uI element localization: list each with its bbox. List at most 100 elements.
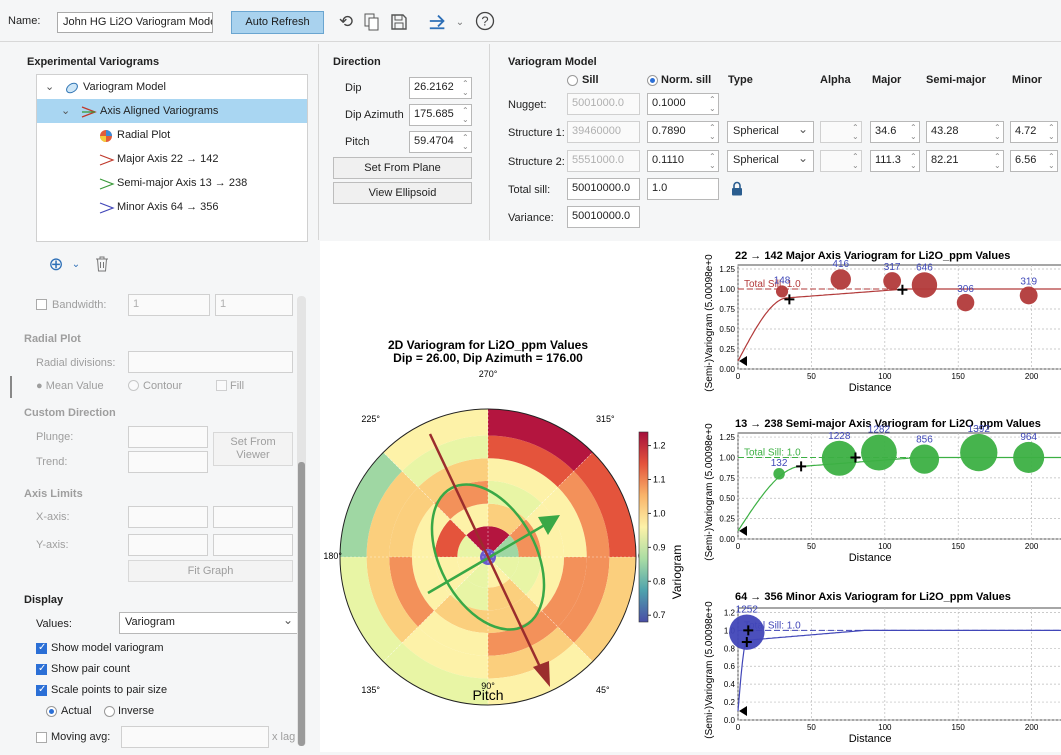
variance-input[interactable]: 50010000.0 xyxy=(567,206,640,228)
variogram-point[interactable] xyxy=(956,293,975,312)
scale-points-label: Scale points to pair size xyxy=(51,684,168,696)
variogram-point[interactable] xyxy=(909,444,940,474)
values-dropdown[interactable]: Variogram xyxy=(119,612,299,634)
fill-checkbox[interactable] xyxy=(216,380,227,391)
bandwidth-checkbox[interactable] xyxy=(36,299,47,310)
actual-label: Actual xyxy=(61,705,92,717)
chevron-down-icon[interactable]: ⌄ xyxy=(45,75,54,99)
custom-direction-section: Custom Direction xyxy=(24,407,116,419)
variogram-point[interactable] xyxy=(883,272,902,290)
trash-icon[interactable] xyxy=(92,254,112,274)
set-from-viewer-button[interactable]: Set From Viewer xyxy=(213,432,293,466)
structure2-major-input[interactable]: 111.3 xyxy=(870,150,920,172)
x-axis-max-input[interactable] xyxy=(213,506,293,528)
x-axis-min-input[interactable] xyxy=(128,506,208,528)
set-from-plane-button[interactable]: Set From Plane xyxy=(333,157,472,179)
chevron-down-icon[interactable]: ⌄ xyxy=(66,254,86,274)
y-axis-max-input[interactable] xyxy=(213,534,293,556)
tree-item-radial-plot[interactable]: Radial Plot xyxy=(37,123,307,147)
variogram-point[interactable] xyxy=(911,272,938,298)
variogram-point[interactable] xyxy=(960,433,998,472)
nugget-sill-input[interactable]: 5001000.0 xyxy=(567,93,640,115)
pair-count-label: 148 xyxy=(774,275,791,286)
inverse-radio[interactable] xyxy=(104,706,115,717)
mean-value-radio[interactable]: ● Mean Value xyxy=(36,380,104,392)
radial-divisions-input[interactable] xyxy=(128,351,293,373)
show-model-checkbox[interactable] xyxy=(36,642,47,654)
structure2-semi-major-input[interactable]: 82.21 xyxy=(926,150,1004,172)
total-sill-input[interactable]: 50010000.0 xyxy=(567,178,640,200)
lock-icon[interactable] xyxy=(731,181,743,199)
structure2-type-dropdown[interactable]: Spherical xyxy=(727,150,814,172)
view-ellipsoid-button[interactable]: View Ellipsoid xyxy=(333,182,472,204)
pitch-input[interactable]: 59.4704 xyxy=(409,131,472,153)
nugget-norm-input[interactable]: 0.1000 xyxy=(647,93,719,115)
radial-divisions-label: Radial divisions: xyxy=(36,357,116,369)
dip-input[interactable]: 26.2162 xyxy=(409,77,472,99)
moving-avg-input[interactable] xyxy=(121,726,269,748)
structure2-norm-input[interactable]: 0.1110 xyxy=(647,150,719,172)
variogram-model-title: Variogram Model xyxy=(508,56,597,68)
variogram-point[interactable] xyxy=(861,434,897,471)
chevron-down-icon[interactable]: ⌄ xyxy=(450,12,470,32)
export-icon[interactable] xyxy=(428,11,448,31)
copy-icon[interactable] xyxy=(362,12,382,32)
variogram-point[interactable] xyxy=(1013,441,1045,473)
splitter-handle[interactable] xyxy=(10,376,12,398)
help-icon[interactable]: ? xyxy=(475,11,495,31)
variogram-point[interactable] xyxy=(773,468,785,480)
options-scrollbar-thumb[interactable] xyxy=(298,462,305,746)
variogram-point[interactable] xyxy=(830,269,851,290)
trend-label: Trend: xyxy=(36,456,68,468)
variogram-point[interactable] xyxy=(775,285,789,298)
auto-refresh-button[interactable]: Auto Refresh xyxy=(231,11,324,34)
name-input[interactable]: John HG Li2O Variogram Mode xyxy=(57,12,213,33)
tree-item-minor-axis[interactable]: Minor Axis 64 → 356 xyxy=(37,195,307,219)
minor-header: Minor xyxy=(1012,74,1042,86)
options-scrollbar-track[interactable] xyxy=(297,296,306,746)
trend-input[interactable] xyxy=(128,451,208,473)
dip-azimuth-input[interactable]: 175.685 xyxy=(409,104,472,126)
variance-label: Variance: xyxy=(508,212,554,224)
save-icon[interactable] xyxy=(389,12,409,32)
colorbar xyxy=(638,431,649,623)
y-tick-label: 0.0 xyxy=(724,716,736,725)
norm-sill-radio[interactable] xyxy=(647,75,658,86)
structure1-semi-major-input[interactable]: 43.28 xyxy=(926,121,1004,143)
structure2-sill-input[interactable]: 5551000.0 xyxy=(567,150,640,172)
structure1-type-dropdown[interactable]: Spherical xyxy=(727,121,814,143)
inverse-label: Inverse xyxy=(118,705,155,717)
structure1-sill-input[interactable]: 39460000 xyxy=(567,121,640,143)
y-axis-min-input[interactable] xyxy=(128,534,208,556)
scale-points-checkbox[interactable] xyxy=(36,684,47,696)
fit-graph-button[interactable]: Fit Graph xyxy=(128,560,293,582)
chevron-down-icon[interactable]: ⌄ xyxy=(61,99,70,123)
y-axis-label: (Semi-)Variogram (5.00098e+0 xyxy=(704,423,715,561)
tree-item-model[interactable]: ⌄ Variogram Model xyxy=(37,75,307,99)
moving-avg-checkbox[interactable] xyxy=(36,732,47,743)
tree-item-semi-major-axis[interactable]: Semi-major Axis 13 → 238 xyxy=(37,171,307,195)
bandwidth-input-a[interactable]: 1 xyxy=(128,294,210,316)
refresh-icon[interactable]: ⟲ xyxy=(336,12,356,32)
axis-variogram-charts: 22 → 142 Major Axis Variogram for Li2O_p… xyxy=(700,241,1061,752)
structure1-minor-input[interactable]: 4.72 xyxy=(1010,121,1058,143)
tree-item-label: Minor Axis 64 → 356 xyxy=(117,201,219,213)
structure2-alpha-input[interactable] xyxy=(820,150,862,172)
tree-item-major-axis[interactable]: Major Axis 22 → 142 xyxy=(37,147,307,171)
show-pairs-checkbox[interactable] xyxy=(36,663,47,675)
contour-radio[interactable] xyxy=(128,380,139,391)
sill-radio[interactable] xyxy=(567,75,578,86)
total-norm-input[interactable]: 1.0 xyxy=(647,178,719,200)
variogram-point[interactable] xyxy=(1019,286,1038,305)
actual-radio[interactable] xyxy=(46,706,57,717)
tree-item-axis-aligned[interactable]: ⌄ Axis Aligned Variograms xyxy=(37,99,307,123)
add-icon[interactable]: ⊕ xyxy=(46,254,66,274)
plunge-input[interactable] xyxy=(128,426,208,448)
structure1-norm-input[interactable]: 0.7890 xyxy=(647,121,719,143)
structure1-major-input[interactable]: 34.6 xyxy=(870,121,920,143)
y-tick-label: 0.8 xyxy=(724,644,736,653)
bandwidth-input-b[interactable]: 1 xyxy=(215,294,293,316)
structure2-minor-input[interactable]: 6.56 xyxy=(1010,150,1058,172)
structure1-alpha-input[interactable] xyxy=(820,121,862,143)
y-tick-label: 1.00 xyxy=(719,285,735,294)
